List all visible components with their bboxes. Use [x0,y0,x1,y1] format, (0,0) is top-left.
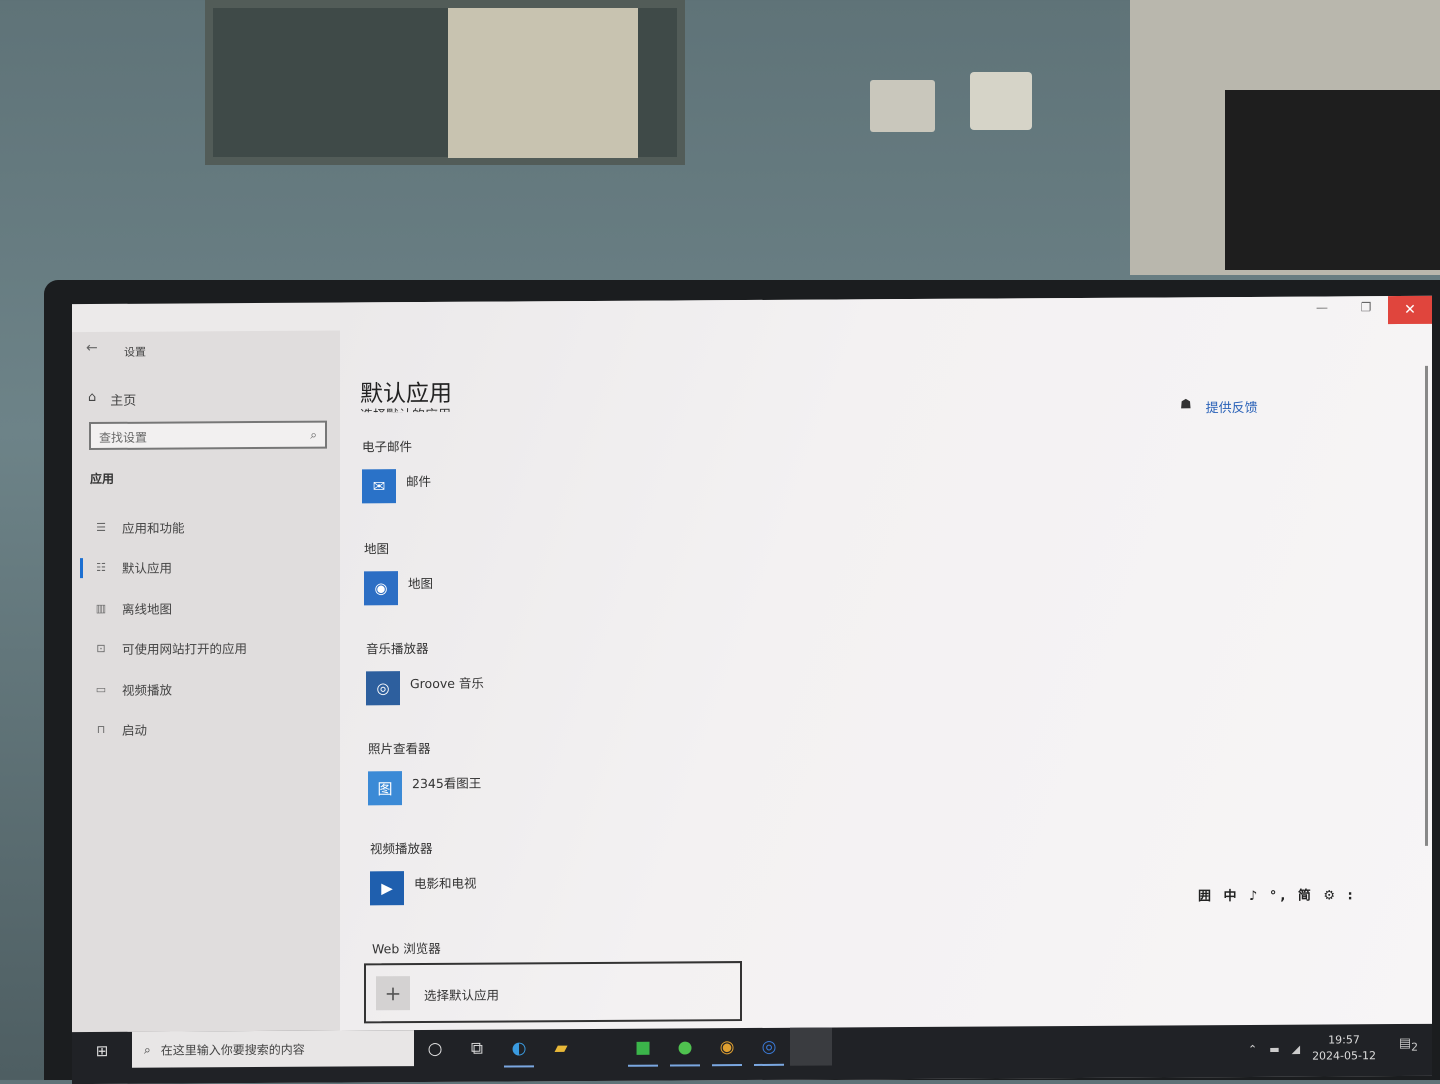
minimize-button[interactable]: — [1300,300,1344,314]
main-content: — ❐ ✕ 默认应用 选择默认的应用 ☗提供反馈 电子邮件 ✉邮件 地图 ◉地图… [340,295,1432,1031]
sidebar-item-video-playback[interactable]: ▭ 视频播放 [80,668,335,710]
default-apps-icon: ☷ [96,561,106,575]
group-music: 音乐播放器 ◎ Groove 音乐 [366,638,484,706]
sidebar-item-default-apps[interactable]: ☷ 默认应用 [80,546,335,588]
group-web-browser: Web 浏览器 + 选择默认应用 [364,936,742,1024]
taskbar: ⊞ ⌕ 在这里输入你要搜索的内容 ○ ⧉ ◐ ▰ ■ ● ◉ ◎ ⌃ ▬ ◢ 19… [72,1023,1432,1084]
wifi-icon[interactable]: ◢ [1292,1042,1300,1055]
feedback-link[interactable]: ☗ 提供反馈 [1180,397,1258,416]
group-email: 电子邮件 ✉ 邮件 [362,436,431,504]
mail-icon: ✉ [362,469,396,504]
green-app-icon[interactable]: ■ [622,1029,664,1067]
clock[interactable]: 19:57 2024-05-12 [1312,1032,1376,1064]
cortana-icon[interactable]: ○ [414,1030,456,1068]
sidebar-item-apps-for-websites[interactable]: ⊡ 可使用网站打开的应用 [80,627,335,669]
battery-icon[interactable]: ▬ [1269,1042,1279,1055]
group-video: 视频播放器 ▶ 电影和电视 [370,838,477,906]
scrollbar[interactable] [1425,365,1428,846]
ime-toolbar[interactable]: 囲 中 ♪ °, 简 ⚙ : [1198,884,1357,904]
background-socket [870,80,935,132]
music-app-button[interactable]: ◎ Groove 音乐 [366,671,484,706]
maps-app-button[interactable]: ◉ 地图 [364,571,433,606]
search-icon: ⌕ [310,427,317,442]
video-app-button[interactable]: ▶ 电影和电视 [370,871,477,906]
website-icon: ⊡ [96,642,106,656]
video-icon: ▭ [95,682,107,696]
search-input[interactable]: 查找设置 ⌕ [89,420,327,451]
sidebar-item-offline-maps[interactable]: ▥ 离线地图 [80,587,335,629]
wechat-icon[interactable]: ● [664,1028,706,1066]
groove-icon: ◎ [366,671,400,706]
taskbar-search-input[interactable]: ⌕ 在这里输入你要搜索的内容 [132,1030,414,1068]
system-tray: ⌃ ▬ ◢ 19:57 2024-05-12 [1248,1032,1376,1065]
windows-start-icon[interactable]: ⊞ [72,1032,132,1070]
background-door [205,0,685,165]
group-maps: 地图 ◉ 地图 [364,538,433,606]
background-switch [970,72,1032,130]
sidebar-home[interactable]: ⌂ 主页 [88,390,136,409]
edge-icon[interactable]: ◐ [498,1029,540,1067]
page-subtitle: 选择默认的应用 [360,404,451,413]
feedback-icon: ☗ [1180,397,1192,413]
task-view-icon[interactable]: ⧉ [456,1030,498,1068]
home-icon: ⌂ [88,390,97,406]
file-explorer-icon[interactable]: ▰ [540,1029,582,1067]
arrow-left-icon[interactable]: ← [86,340,98,356]
choose-default-app-button[interactable]: + 选择默认应用 [364,961,742,1024]
photo-viewer-icon: 图 [368,771,402,806]
qq-browser-icon[interactable]: ◎ [748,1028,790,1066]
sidebar-item-apps-features[interactable]: ☰ 应用和功能 [80,506,335,548]
photo-app-button[interactable]: 图 2345看图王 [368,771,481,806]
movies-tv-icon: ▶ [370,871,404,906]
map-icon: ▥ [95,601,107,615]
notification-icon[interactable]: ▤2 [1399,1036,1418,1054]
group-photos: 照片查看器 图 2345看图王 [368,738,481,806]
chrome-icon[interactable]: ◉ [706,1028,748,1066]
email-app-button[interactable]: ✉ 邮件 [362,469,431,504]
restore-button[interactable]: ❐ [1344,300,1388,314]
taskbar-empty-slot [790,1027,832,1066]
startup-icon: ⊓ [96,723,106,737]
close-button[interactable]: ✕ [1388,295,1432,325]
plus-icon: + [376,976,410,1011]
background-poster [1225,90,1440,270]
map-pin-icon: ◉ [364,571,398,606]
screen: ← 设置 ⌂ 主页 查找设置 ⌕ 应用 ☰ 应用和功能 ☷ 默认应用 ▥ 离线地图 ⊡ 可使… [72,295,1432,1084]
sidebar-item-startup[interactable]: ⊓ 启动 [80,708,335,750]
search-icon: ⌕ [144,1042,151,1057]
chevron-up-icon[interactable]: ⌃ [1248,1042,1257,1055]
window-title: 设置 [124,345,146,359]
list-icon: ☰ [96,520,106,534]
sidebar: ← 设置 ⌂ 主页 查找设置 ⌕ 应用 ☰ 应用和功能 ☷ 默认应用 ▥ 离线地图 ⊡ 可使… [72,330,340,1033]
section-heading: 应用 [90,471,115,487]
